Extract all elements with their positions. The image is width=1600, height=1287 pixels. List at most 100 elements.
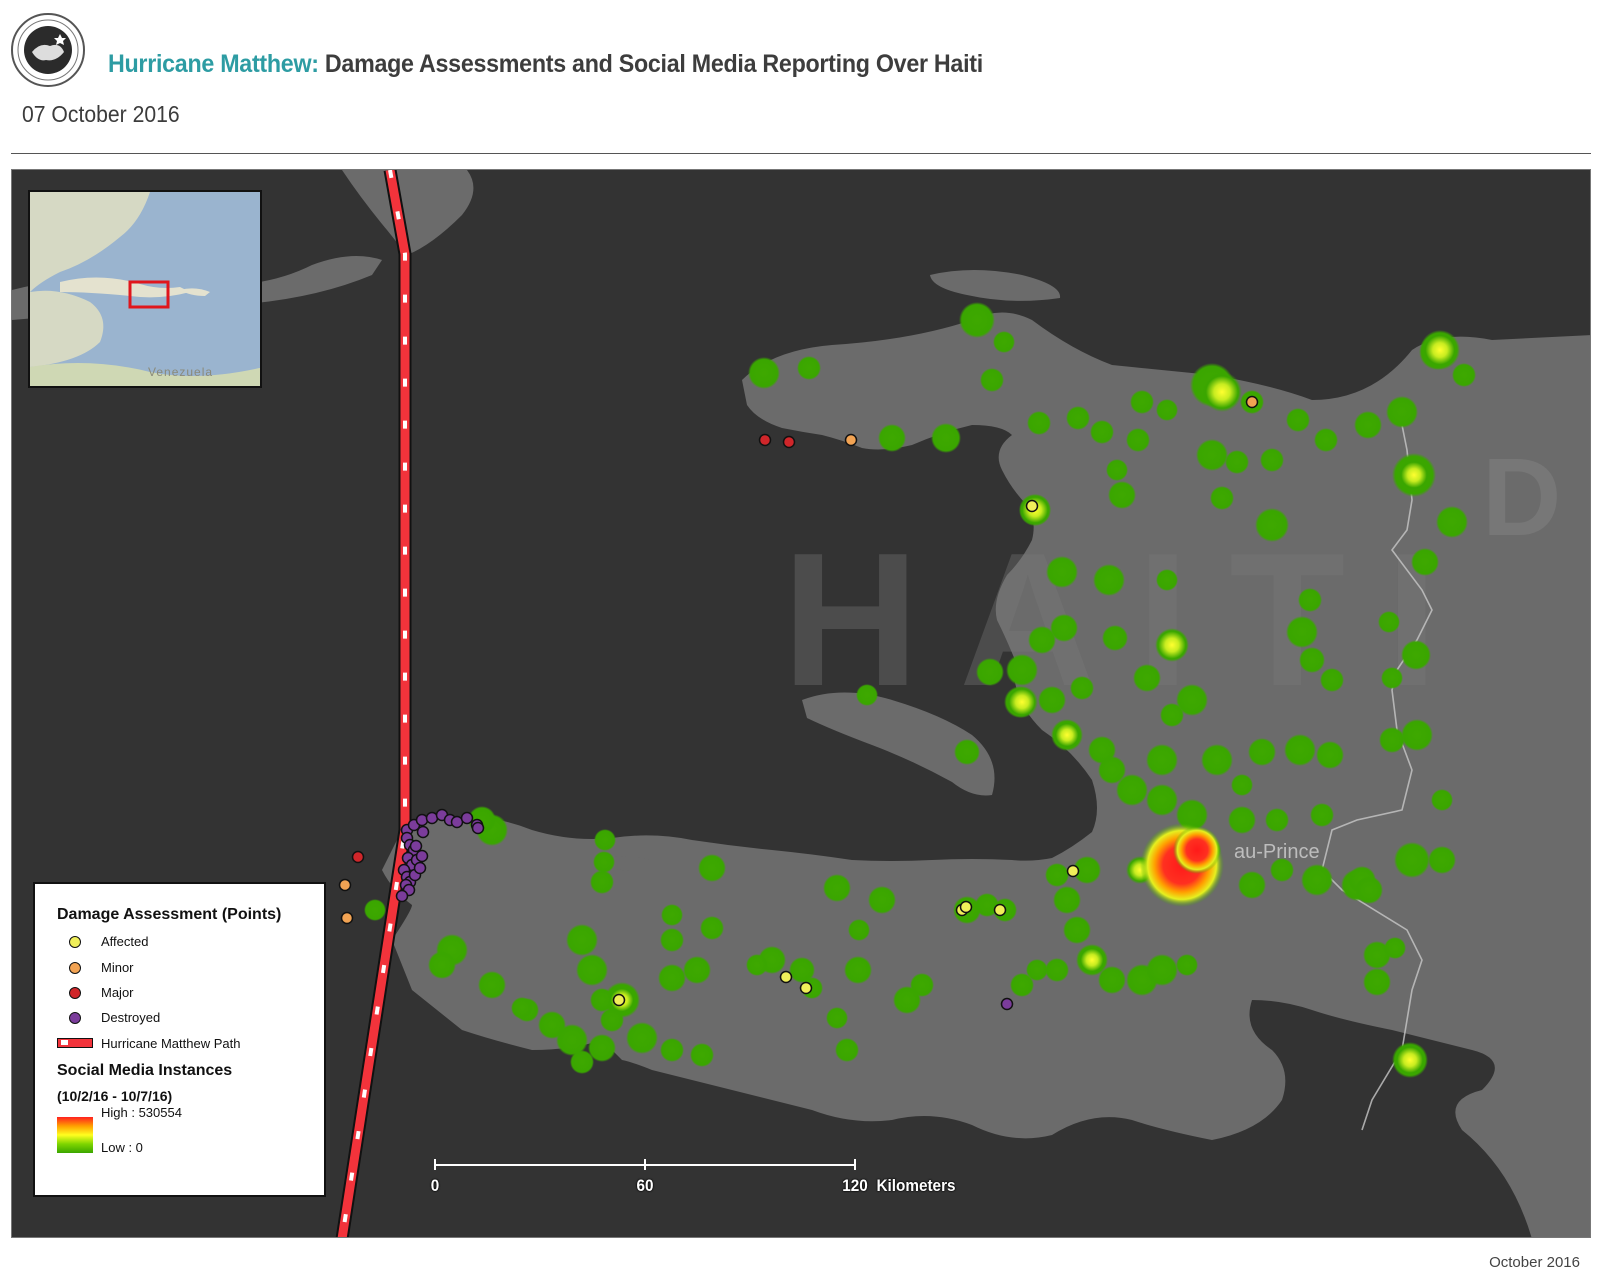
heat-blob [1381, 667, 1403, 689]
heat-blob [1231, 774, 1253, 796]
heat-hotspot [1053, 721, 1081, 749]
heat-blob [700, 916, 724, 940]
heat-blob [511, 997, 533, 1019]
legend-item-minor [57, 958, 81, 978]
heat-blob [1156, 569, 1178, 591]
heat-blob [1130, 390, 1154, 414]
destroyed-point[interactable] [416, 825, 430, 839]
legend-damage-title: Damage Assessment (Points) [57, 906, 282, 923]
heat-blob [1146, 784, 1178, 816]
heat-blob [1228, 806, 1256, 834]
heat-blob [594, 829, 616, 851]
destroyed-point[interactable] [413, 861, 427, 875]
heat-blob [835, 1038, 859, 1062]
map-frame[interactable]: HAITI D au-Prince Venezuela Damage Asses… [11, 169, 1591, 1238]
title-main: Damage Assessments and Social Media Repo… [324, 50, 983, 78]
affected-point[interactable] [1025, 499, 1039, 513]
legend-high-label: High : 530554 [101, 1105, 182, 1120]
heat-blob [1160, 703, 1184, 727]
legend-item-major [57, 983, 81, 1003]
destroyed-point[interactable] [471, 821, 485, 835]
heat-blob [1038, 686, 1066, 714]
heat-blob [1428, 846, 1456, 874]
heat-blob [1284, 734, 1316, 766]
heat-blob [1379, 727, 1405, 753]
heat-blob [868, 886, 896, 914]
destroyed-point[interactable] [395, 889, 409, 903]
map-legend: Damage Assessment (Points) Affected Mino… [33, 882, 326, 1197]
destroyed-point[interactable] [460, 811, 474, 825]
heat-blob [976, 658, 1004, 686]
heat-blob [1146, 744, 1178, 776]
minor-point[interactable] [338, 878, 352, 892]
affected-point[interactable] [1066, 864, 1080, 878]
scale-tick-120: 120 [842, 1176, 868, 1195]
heat-hotspot [1202, 372, 1242, 412]
heat-blob [959, 302, 995, 338]
heat-blob [1045, 863, 1069, 887]
city-label-port-au-prince: au-Prince [1234, 841, 1320, 863]
heat-blob [1156, 399, 1178, 421]
minor-point[interactable] [844, 433, 858, 447]
heat-blob [478, 971, 506, 999]
affected-point[interactable] [993, 903, 1007, 917]
heat-blob [1201, 744, 1233, 776]
major-point[interactable] [351, 850, 365, 864]
affected-point[interactable] [779, 970, 793, 984]
affected-point[interactable] [799, 981, 813, 995]
destroyed-point[interactable] [1000, 997, 1014, 1011]
heat-blob [660, 1038, 684, 1062]
heat-blob [893, 986, 921, 1014]
major-point[interactable] [782, 435, 796, 449]
legend-low-label: Low : 0 [101, 1140, 143, 1155]
destroyed-point[interactable] [415, 849, 429, 863]
heat-blob [1046, 556, 1078, 588]
heat-blob [690, 1043, 714, 1067]
heat-blob [683, 956, 711, 984]
nga-seal-logo [11, 13, 85, 87]
title-accent: Hurricane Matthew: [108, 50, 319, 78]
scale-unit: Kilometers [876, 1176, 956, 1195]
page-title: Hurricane Matthew: Damage Assessments an… [108, 50, 983, 79]
major-point[interactable] [758, 433, 772, 447]
heat-blob [1106, 459, 1128, 481]
heat-hotspot [1394, 1044, 1426, 1076]
heat-blob [1452, 363, 1476, 387]
heat-blob [1301, 864, 1333, 896]
heat-blob [746, 954, 768, 976]
heat-blob [1401, 640, 1431, 670]
affected-swatch [69, 936, 81, 948]
heat-blob [1006, 654, 1038, 686]
major-swatch [69, 987, 81, 999]
heat-blob [993, 331, 1015, 353]
heat-blob [1063, 916, 1091, 944]
heat-color-ramp [57, 1117, 93, 1153]
minor-point[interactable] [1245, 395, 1259, 409]
heat-blob [1053, 886, 1081, 914]
affected-point[interactable] [959, 900, 973, 914]
legend-label-minor: Minor [101, 960, 134, 975]
heat-blob [698, 854, 726, 882]
destroyed-point[interactable] [409, 839, 423, 853]
heat-blob [428, 951, 456, 979]
heat-blob [826, 1007, 848, 1029]
heat-blob [1394, 842, 1430, 878]
scale-tick-0: 0 [430, 1176, 440, 1195]
country-watermark: HAITI [782, 514, 1478, 726]
heat-blob [1176, 954, 1198, 976]
destroyed-point[interactable] [415, 813, 429, 827]
legend-label-affected: Affected [101, 934, 149, 949]
heat-blob [1314, 428, 1338, 452]
minor-point[interactable] [340, 911, 354, 925]
hurricane-path [335, 170, 412, 1237]
legend-social-range: (10/2/16 - 10/7/16) [57, 1088, 173, 1104]
heat-hotspot [1078, 946, 1106, 974]
heat-blob [1316, 741, 1344, 769]
heat-blob [848, 919, 870, 941]
heat-blob [626, 1022, 658, 1054]
heat-blob [658, 964, 686, 992]
locator-inset-map: Venezuela [28, 190, 262, 388]
heat-blob [1299, 647, 1325, 673]
heat-blob [1298, 588, 1322, 612]
affected-point[interactable] [612, 993, 626, 1007]
